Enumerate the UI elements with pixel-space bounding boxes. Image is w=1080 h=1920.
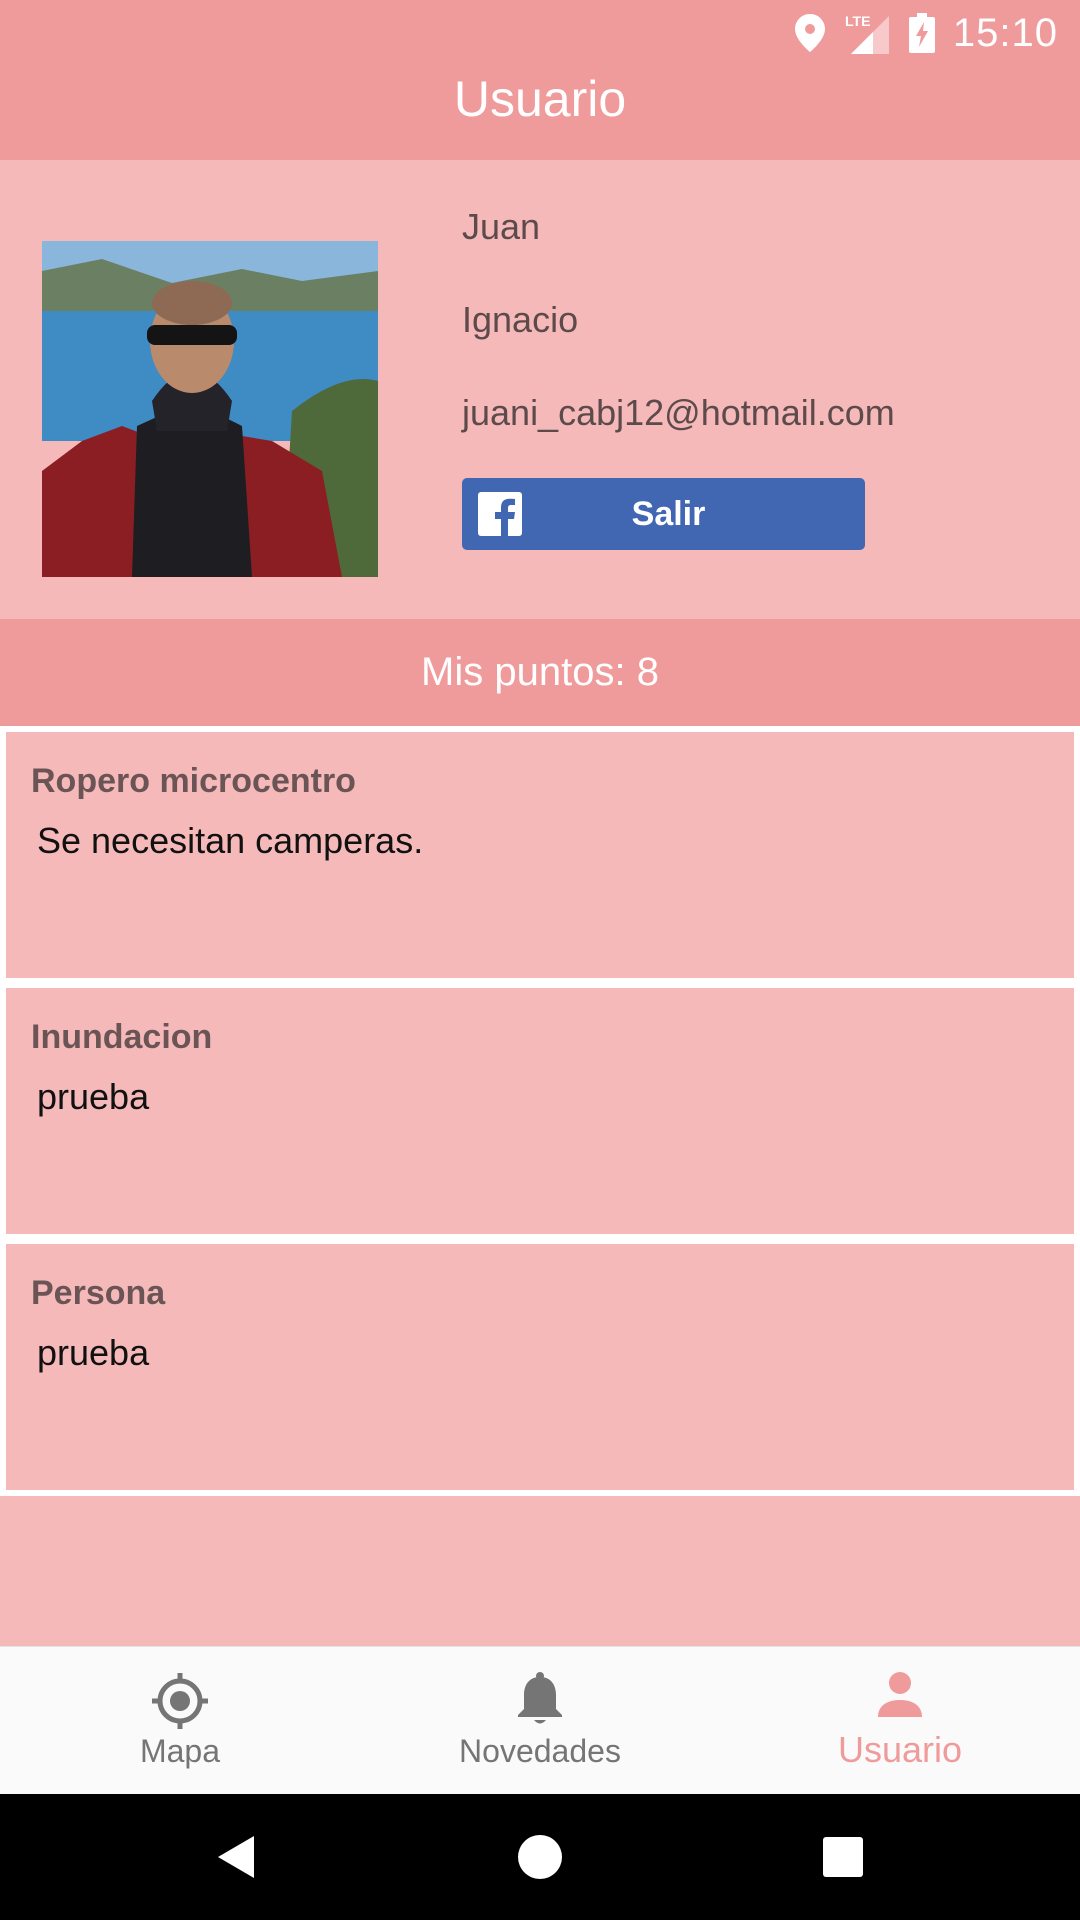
nav-label-usuario: Usuario [837, 1729, 963, 1770]
card-body: prueba [37, 1076, 150, 1117]
avatar [42, 241, 378, 577]
list-item[interactable]: Persona prueba [6, 1244, 1074, 1490]
bottom-nav: Mapa Novedades Usuario [0, 1646, 1080, 1794]
list-item[interactable]: Inundacion prueba [6, 988, 1074, 1234]
nav-label-novedades: Novedades [459, 1733, 621, 1769]
app-bar: LTE 15:10 Usuario [0, 0, 1080, 160]
card-body: prueba [37, 1332, 150, 1373]
last-name: Ignacio [462, 299, 579, 340]
system-nav-bar [0, 1794, 1080, 1920]
card-title: Inundacion [31, 1018, 213, 1056]
person-icon [878, 1672, 922, 1717]
first-name: Juan [462, 206, 541, 247]
status-bar: LTE 15:10 [794, 8, 1058, 58]
logout-button-label: Salir [631, 494, 706, 533]
signal-icon: LTE [845, 13, 889, 54]
points-bar: Mis puntos: 8 [0, 619, 1080, 726]
svg-text:LTE: LTE [845, 13, 870, 29]
list-empty-area [0, 1496, 1080, 1646]
profile-section: Juan Ignacio juani_cabj12@hotmail.com Sa… [0, 160, 1080, 619]
bell-icon [518, 1672, 562, 1724]
location-icon [794, 14, 825, 52]
email: juani_cabj12@hotmail.com [462, 392, 895, 433]
status-time: 15:10 [952, 10, 1058, 55]
card-body: Se necesitan camperas. [37, 820, 424, 861]
list-item[interactable]: Ropero microcentro Se necesitan camperas… [6, 732, 1074, 978]
facebook-icon [478, 492, 522, 536]
nav-item-novedades[interactable]: Novedades [360, 1647, 720, 1795]
recents-icon[interactable] [818, 1832, 868, 1882]
points-label: Mis puntos: 8 [421, 650, 659, 694]
page-title: Usuario [453, 71, 627, 127]
battery-charging-icon [908, 13, 935, 53]
target-icon [152, 1673, 208, 1729]
card-title: Persona [31, 1274, 166, 1312]
back-icon[interactable] [212, 1832, 262, 1882]
home-icon[interactable] [515, 1832, 565, 1882]
nav-item-usuario[interactable]: Usuario [720, 1647, 1080, 1795]
nav-label-mapa: Mapa [139, 1733, 221, 1769]
nav-item-mapa[interactable]: Mapa [0, 1647, 360, 1795]
logout-button[interactable]: Salir [462, 478, 865, 550]
points-list[interactable]: Ropero microcentro Se necesitan camperas… [0, 726, 1080, 1646]
card-title: Ropero microcentro [31, 762, 356, 800]
